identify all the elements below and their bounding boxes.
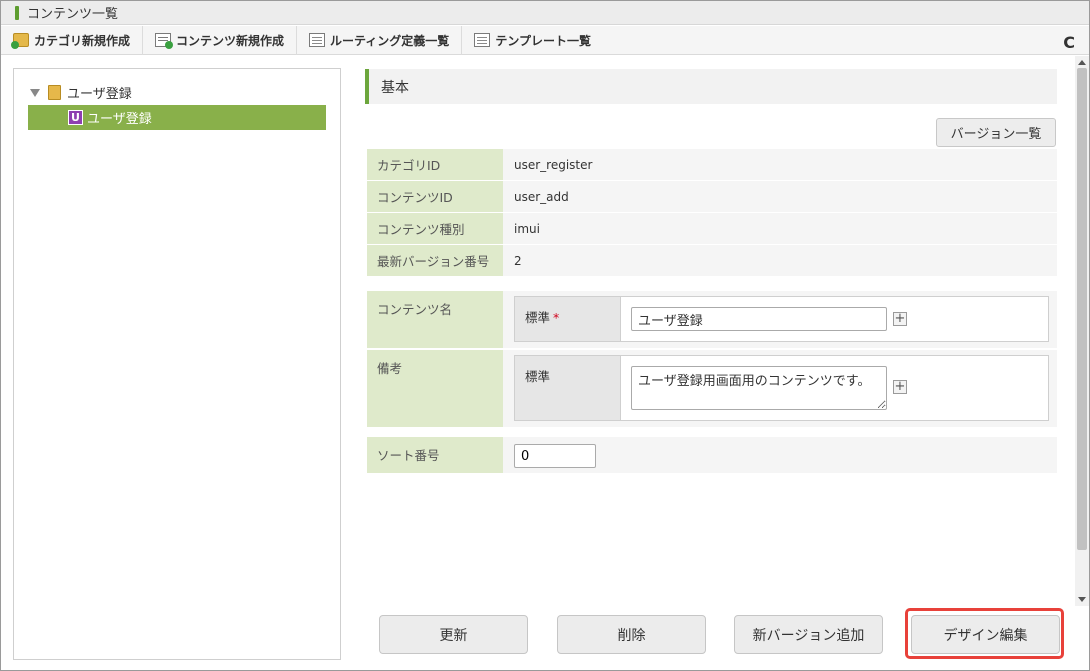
- add-version-button[interactable]: 新バージョン追加: [734, 615, 883, 654]
- content-id-value: user_add: [503, 181, 1057, 213]
- required-mark: *: [553, 310, 560, 325]
- remarks-textarea[interactable]: ユーザ登録用画面用のコンテンツです。: [631, 366, 887, 410]
- scroll-thumb[interactable]: [1077, 68, 1087, 550]
- update-button[interactable]: 更新: [379, 615, 528, 654]
- content-type-label: コンテンツ種別: [367, 213, 503, 245]
- content-list-window: コンテンツ一覧 カテゴリ新規作成 コンテンツ新規作成 ルーティング定義一覧 テン…: [0, 0, 1090, 671]
- scrollbar[interactable]: [1075, 56, 1089, 606]
- highlight-frame: [905, 608, 1064, 659]
- list-icon: [474, 33, 491, 47]
- content-name-input[interactable]: [631, 307, 887, 331]
- content-name-row: コンテンツ名 標準* +: [367, 291, 1057, 350]
- add-locale-button[interactable]: +: [893, 312, 907, 326]
- latest-version-label: 最新バージョン番号: [367, 245, 503, 277]
- tree-child-label: ユーザ登録: [87, 112, 152, 127]
- section-title: 基本: [365, 69, 1057, 104]
- delete-button[interactable]: 削除: [557, 615, 706, 654]
- content-type-icon: U: [68, 110, 83, 125]
- create-category-label: カテゴリ新規作成: [34, 33, 131, 48]
- locale-label: 標準: [525, 310, 551, 325]
- title-mark-icon: [15, 5, 19, 20]
- table-row: コンテンツID user_add: [367, 181, 1057, 213]
- routing-list-label: ルーティング定義一覧: [330, 33, 450, 48]
- create-content-button[interactable]: コンテンツ新規作成: [143, 25, 298, 55]
- content-name-label: コンテンツ名: [367, 291, 503, 350]
- folder-icon: [48, 85, 61, 100]
- create-content-label: コンテンツ新規作成: [176, 33, 285, 48]
- create-category-button[interactable]: カテゴリ新規作成: [1, 25, 144, 55]
- expand-arrow-icon[interactable]: [30, 88, 40, 97]
- latest-version-value: 2: [503, 245, 1057, 277]
- scroll-down-icon[interactable]: [1078, 597, 1086, 602]
- remarks-label: 備考: [367, 350, 503, 429]
- list-icon: [309, 33, 326, 47]
- titlebar: コンテンツ一覧: [1, 1, 1089, 25]
- routing-list-button[interactable]: ルーティング定義一覧: [297, 25, 463, 55]
- refresh-icon[interactable]: C: [1063, 33, 1075, 52]
- toolbar: カテゴリ新規作成 コンテンツ新規作成 ルーティング定義一覧 テンプレート一覧: [1, 25, 1089, 55]
- category-id-label: カテゴリID: [367, 149, 503, 181]
- add-locale-button[interactable]: +: [893, 380, 907, 394]
- tree-root-label: ユーザ登録: [67, 87, 132, 102]
- folder-add-icon: [11, 33, 29, 49]
- detail-panel: 基本 バージョン一覧 カテゴリID user_register コンテンツID …: [365, 67, 1071, 607]
- template-list-label: テンプレート一覧: [495, 33, 591, 48]
- version-list-button[interactable]: バージョン一覧: [936, 118, 1056, 147]
- locale-label: 標準: [515, 356, 621, 420]
- category-id-value: user_register: [503, 149, 1057, 181]
- template-list-button[interactable]: テンプレート一覧: [462, 26, 603, 55]
- sort-number-input[interactable]: [514, 444, 596, 468]
- info-table: カテゴリID user_register コンテンツID user_add コン…: [367, 149, 1057, 277]
- sort-row: ソート番号: [367, 437, 1057, 475]
- table-row: 最新バージョン番号 2: [367, 245, 1057, 277]
- content-add-icon: [155, 33, 174, 49]
- sort-label: ソート番号: [367, 437, 503, 475]
- remarks-row: 備考 標準 ユーザ登録用画面用のコンテンツです。 +: [367, 350, 1057, 429]
- tree-node-root[interactable]: ユーザ登録: [30, 83, 132, 102]
- table-row: カテゴリID user_register: [367, 149, 1057, 181]
- scroll-up-icon[interactable]: [1078, 60, 1086, 65]
- content-type-value: imui: [503, 213, 1057, 245]
- table-row: コンテンツ種別 imui: [367, 213, 1057, 245]
- window-title: コンテンツ一覧: [27, 7, 119, 22]
- content-id-label: コンテンツID: [367, 181, 503, 213]
- edit-form: コンテンツ名 標準* + 備考: [367, 291, 1057, 475]
- tree-node-selected[interactable]: U ユーザ登録: [28, 105, 326, 130]
- category-tree: ユーザ登録 U ユーザ登録: [13, 68, 341, 660]
